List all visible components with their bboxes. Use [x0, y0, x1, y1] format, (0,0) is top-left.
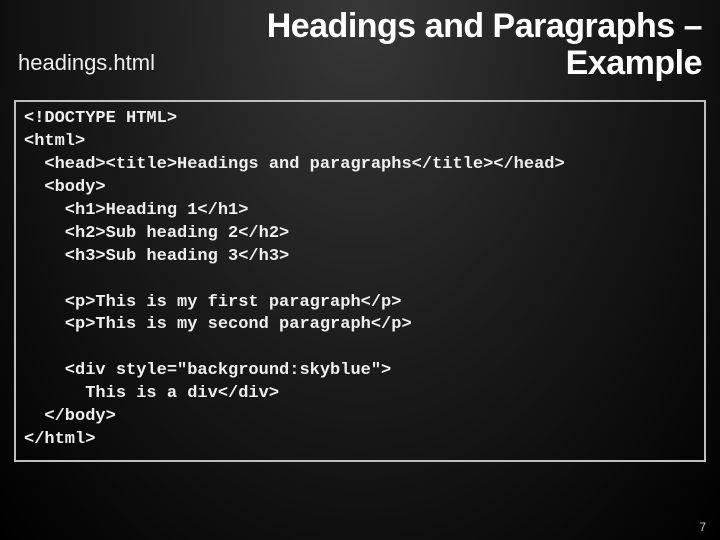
filename-label: headings.html: [18, 50, 155, 76]
code-block: <!DOCTYPE HTML> <html> <head><title>Head…: [24, 108, 696, 452]
code-line: <h2>Sub heading 2</h2>: [24, 224, 289, 243]
page-number: 7: [699, 520, 706, 534]
code-line: </html>: [24, 430, 95, 449]
code-line: <p>This is my first paragraph</p>: [24, 293, 401, 312]
code-line: <h3>Sub heading 3</h3>: [24, 247, 289, 266]
code-line: This is a div</div>: [24, 384, 279, 403]
code-line: </body>: [24, 407, 116, 426]
code-line: <!DOCTYPE HTML>: [24, 109, 177, 128]
code-line: <body>: [24, 178, 106, 197]
slide: Headings and Paragraphs – Example headin…: [0, 0, 720, 540]
title-line-1: Headings and Paragraphs –: [267, 7, 702, 45]
code-line: <h1>Heading 1</h1>: [24, 201, 248, 220]
code-line: <p>This is my second paragraph</p>: [24, 315, 412, 334]
code-line: <html>: [24, 132, 85, 151]
code-box: <!DOCTYPE HTML> <html> <head><title>Head…: [14, 100, 706, 462]
code-line: <div style="background:skyblue">: [24, 361, 391, 380]
title-line-2: Example: [566, 44, 702, 82]
code-line: <head><title>Headings and paragraphs</ti…: [24, 155, 565, 174]
